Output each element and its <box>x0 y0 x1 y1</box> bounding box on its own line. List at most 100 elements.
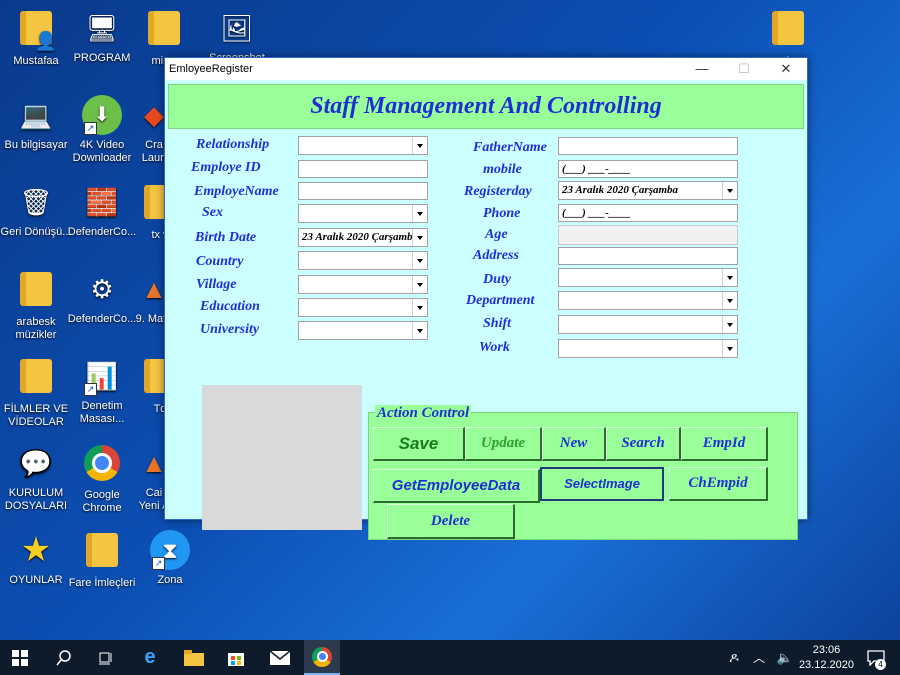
clock-date: 23.12.2020 <box>798 659 854 671</box>
chevron-down-icon[interactable] <box>722 316 737 333</box>
mobile-field[interactable]: (___) ___-____ <box>558 160 738 178</box>
update-button[interactable]: Update <box>465 427 542 461</box>
desktop-icon-label: DefenderCo... <box>67 313 137 325</box>
shortcut-arrow-icon: ↗ <box>152 557 165 570</box>
label-address: Address <box>473 248 519 263</box>
desktop-icon-label: DefenderCo... <box>67 226 137 238</box>
label-birth-date: Birth Date <box>195 230 257 245</box>
employe-name-field[interactable] <box>298 182 428 200</box>
chevron-down-icon[interactable] <box>412 252 427 269</box>
title-bar[interactable]: EmloyeeRegister — ☐ ✕ <box>165 58 807 79</box>
label-sex: Sex <box>202 205 223 220</box>
chrome-taskbar-icon[interactable] <box>304 640 340 675</box>
notification-icon[interactable]: 4 <box>858 640 894 675</box>
label-mobile: mobile <box>483 162 522 177</box>
village-combo[interactable] <box>298 275 428 294</box>
desktop-icon-control-panel[interactable]: 📊 ↗ Denetim Masası... <box>66 356 138 426</box>
birth-date-picker[interactable]: 23 Aralık 2020 Çarşamba <box>298 228 428 247</box>
sex-combo[interactable] <box>298 204 428 223</box>
chevron-down-icon[interactable] <box>722 292 737 309</box>
work-combo[interactable] <box>558 339 738 358</box>
close-button[interactable]: ✕ <box>765 61 807 77</box>
desktop-icon-recycle[interactable]: 🗑 Geri Dönüşü... <box>0 182 72 239</box>
search-icon[interactable] <box>46 640 82 675</box>
computer-icon: 💻 <box>19 99 53 130</box>
file-explorer-icon[interactable] <box>176 640 212 675</box>
chevron-down-icon[interactable] <box>722 182 737 199</box>
desktop-icon-this-pc[interactable]: 💻 Bu bilgisayar <box>0 95 72 152</box>
new-button[interactable]: New <box>542 427 606 461</box>
desktop-icon-filmler[interactable]: FİLMLER VE VİDEOLAR <box>0 356 72 429</box>
country-combo[interactable] <box>298 251 428 270</box>
action-control-title: Action Control <box>375 405 472 421</box>
label-shift: Shift <box>483 316 512 331</box>
chevron-down-icon[interactable] <box>412 229 427 246</box>
get-employee-data-button[interactable]: GetEmployeeData <box>373 469 540 503</box>
duty-combo[interactable] <box>558 268 738 287</box>
select-image-button[interactable]: SelectImage <box>540 467 664 501</box>
shortcut-arrow-icon: ↗ <box>84 383 97 396</box>
education-combo[interactable] <box>298 298 428 317</box>
father-name-field[interactable] <box>558 137 738 155</box>
chevron-down-icon[interactable] <box>412 322 427 339</box>
label-work: Work <box>479 340 510 355</box>
chevron-down-icon[interactable] <box>412 205 427 222</box>
image-icon: 🖼 <box>220 12 254 43</box>
desktop-icon-fare[interactable]: Fare İmleçleri <box>66 530 138 590</box>
edge-icon[interactable]: e <box>132 640 168 675</box>
address-field[interactable] <box>558 247 738 265</box>
label-village: Village <box>196 277 237 292</box>
desktop-icon-label: Fare İmleçleri <box>68 577 136 589</box>
chevron-down-icon[interactable] <box>722 340 737 357</box>
volume-icon[interactable]: 🔈 <box>772 640 798 675</box>
mail-icon[interactable] <box>262 640 298 675</box>
label-registerday: Registerday <box>464 184 532 199</box>
chevron-down-icon[interactable] <box>722 269 737 286</box>
task-view-icon[interactable] <box>88 640 124 675</box>
chevron-down-icon[interactable] <box>412 299 427 316</box>
label-phone: Phone <box>483 206 521 221</box>
gear-file-icon: ⚙ <box>90 273 114 304</box>
department-combo[interactable] <box>558 291 738 310</box>
delete-button[interactable]: Delete <box>387 504 515 539</box>
windows-start-icon[interactable] <box>2 640 38 675</box>
desktop-icon-zona[interactable]: ⧗ ↗ Zona <box>134 530 206 587</box>
label-employe-id: Employe ID <box>191 160 261 175</box>
university-combo[interactable] <box>298 321 428 340</box>
desktop-icon-label: Denetim Masası... <box>79 400 125 425</box>
save-button[interactable]: Save <box>373 427 465 461</box>
registerday-value: 23 Aralık 2020 Çarşamba <box>562 184 679 196</box>
clock-time: 23:06 <box>812 644 841 656</box>
chevron-down-icon[interactable] <box>412 137 427 154</box>
chrome-icon <box>84 445 120 481</box>
registerday-picker[interactable]: 23 Aralık 2020 Çarşamba <box>558 181 738 200</box>
desktop-icon-oyunlar[interactable]: ★ OYUNLAR <box>0 530 72 587</box>
store-icon[interactable] <box>218 640 254 675</box>
desktop-icon-arabesk[interactable]: arabesk müzikler <box>0 269 72 342</box>
clock[interactable]: 23:06 23.12.2020 <box>799 643 854 673</box>
shift-combo[interactable] <box>558 315 738 334</box>
desktop-icon-program[interactable]: 🖥 PROGRAM <box>66 8 138 65</box>
desktop-icon-defender-2[interactable]: ⚙ DefenderCo... <box>66 269 138 326</box>
phone-field[interactable]: (___) ___-____ <box>558 204 738 222</box>
employe-id-field[interactable] <box>298 160 428 178</box>
desktop-icon-user[interactable]: 👤 Mustafaa <box>0 8 72 68</box>
birth-date-value: 23 Aralık 2020 Çarşamba <box>302 231 419 243</box>
desktop-icon-kurulum[interactable]: 💬 KURULUM DOSYALARI <box>0 443 72 513</box>
desktop-icon-label: Google Chrome <box>82 489 122 514</box>
desktop-icon-4k-video[interactable]: ⬇ ↗ 4K Video Downloader <box>66 95 138 165</box>
maximize-button[interactable]: ☐ <box>723 61 765 77</box>
chevron-up-icon[interactable]: ︿ <box>746 640 772 675</box>
search-button[interactable]: Search <box>606 427 681 461</box>
relationship-combo[interactable] <box>298 136 428 155</box>
desktop-icon-chrome[interactable]: Google Chrome <box>66 443 138 515</box>
minimize-button[interactable]: — <box>681 61 723 76</box>
desktop-icon-label: OYUNLAR <box>9 574 63 586</box>
chempid-button[interactable]: ChEmpid <box>669 467 768 501</box>
employee-photo[interactable] <box>202 385 362 530</box>
label-duty: Duty <box>483 272 511 287</box>
desktop-icon-defender-1[interactable]: 🧱 DefenderCo... <box>66 182 138 239</box>
chevron-down-icon[interactable] <box>412 276 427 293</box>
shortcut-arrow-icon: ↗ <box>84 122 97 135</box>
empid-button[interactable]: EmpId <box>681 427 768 461</box>
